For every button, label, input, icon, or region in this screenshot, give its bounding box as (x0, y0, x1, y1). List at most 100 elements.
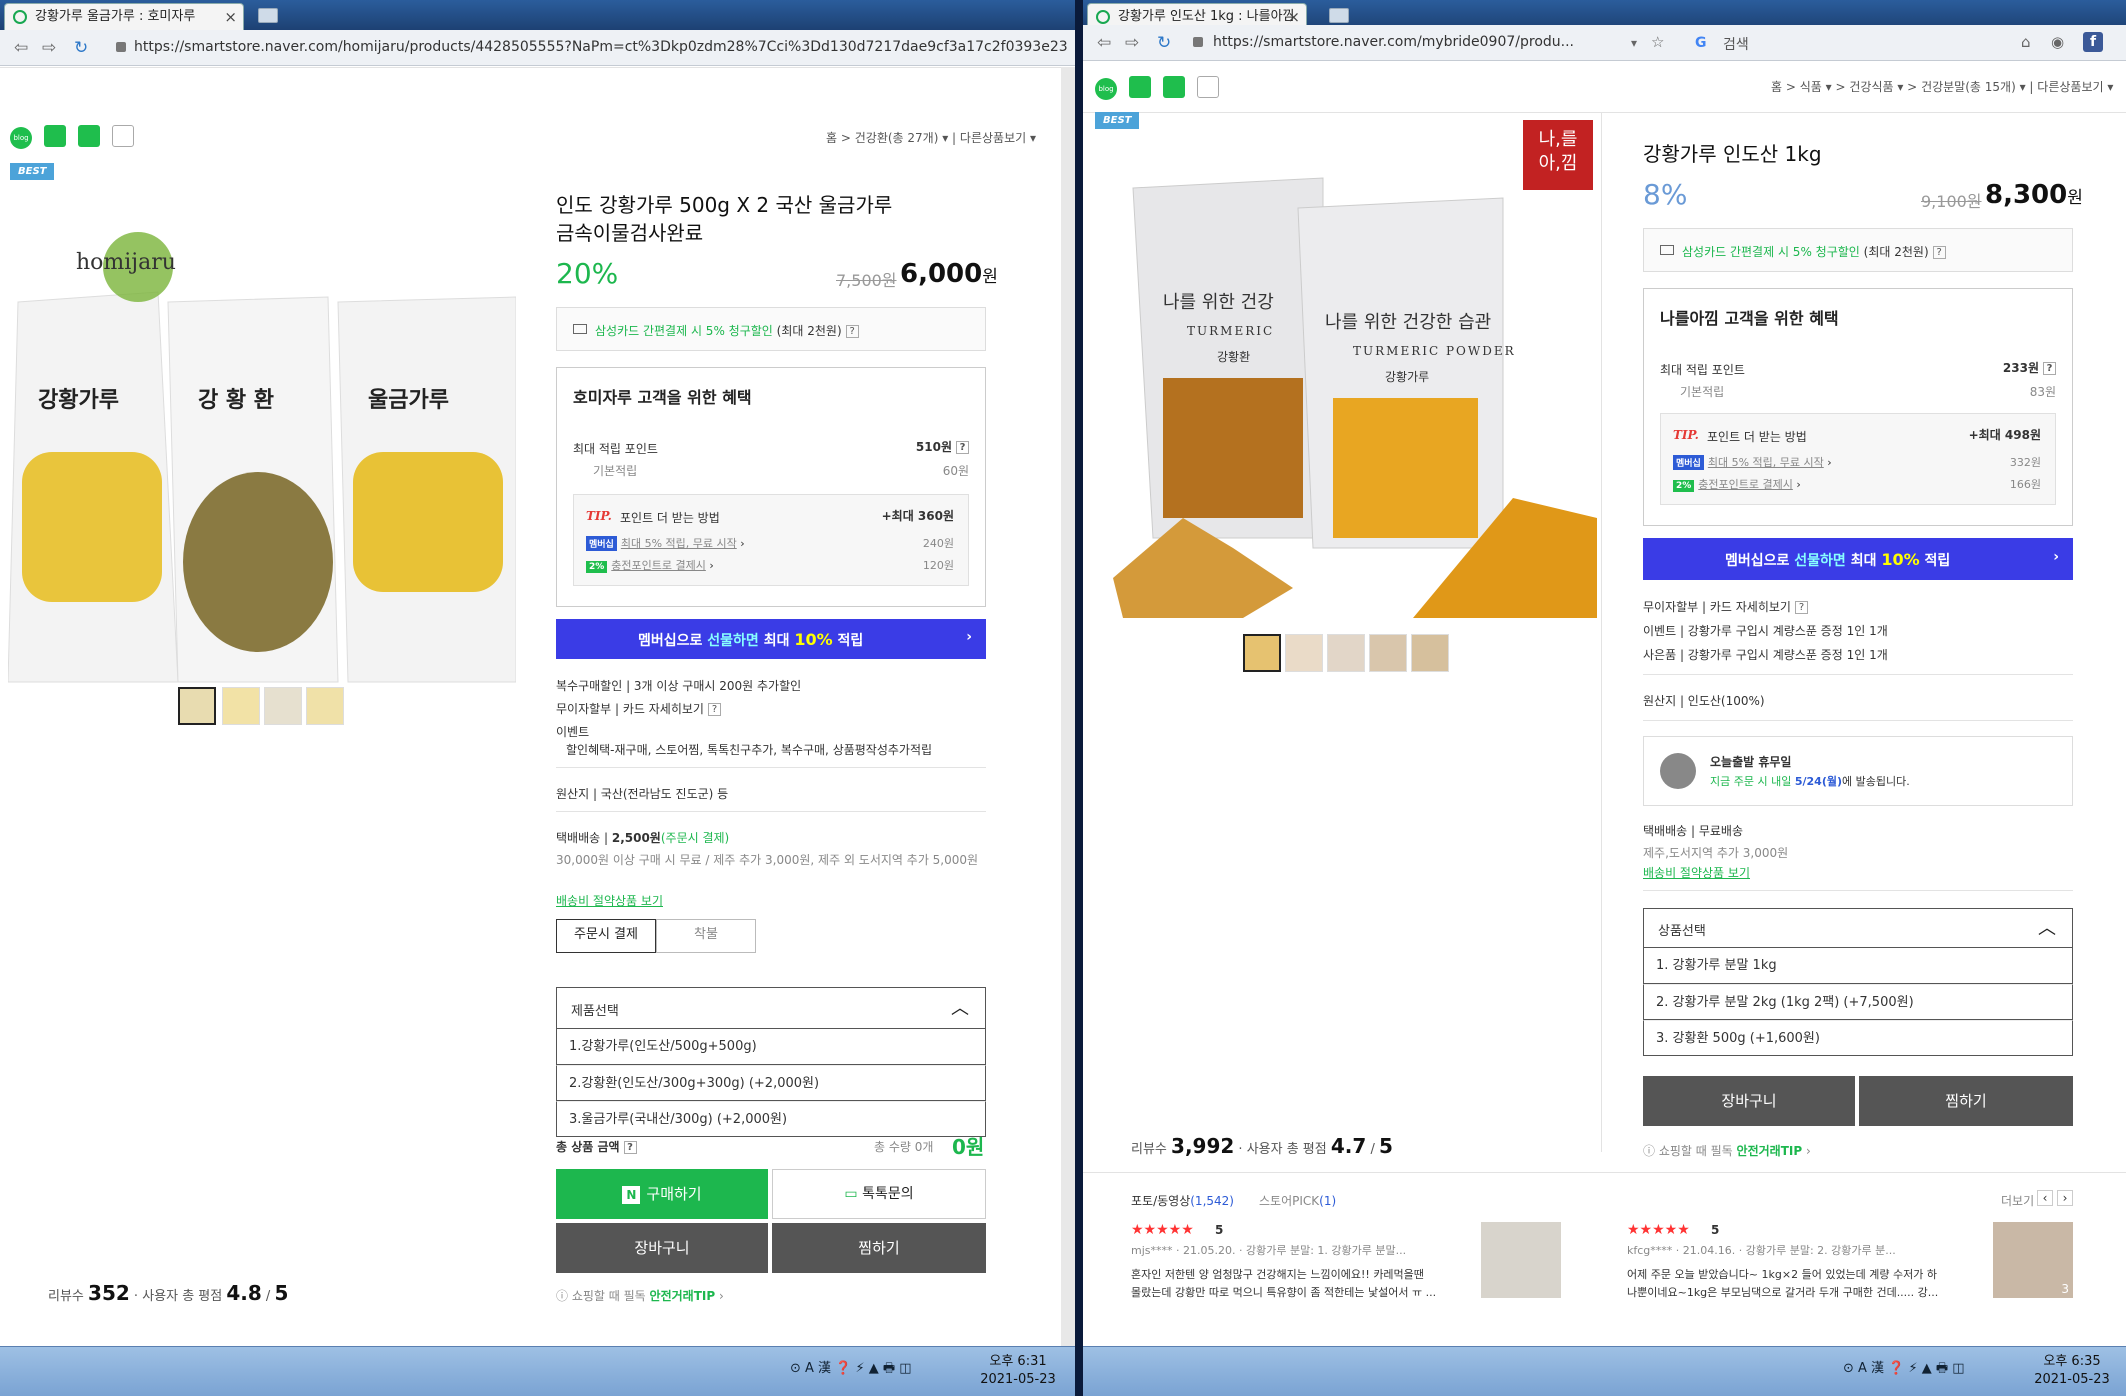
new-tab-button[interactable] (258, 8, 278, 23)
store-icon[interactable] (78, 125, 100, 147)
package-title: 나를 위한 건강한 습관 (1325, 312, 1492, 333)
select-option[interactable]: 2.강황환(인도산/300g+300g) (+2,000원) (556, 1065, 986, 1101)
savings-link[interactable]: 배송비 절약상품 보기 (556, 892, 663, 909)
next-arrow-icon[interactable]: › (2057, 1190, 2073, 1206)
max-points-label: 최대 적립 포인트 (1660, 363, 1745, 377)
best-badge: BEST (1095, 112, 1140, 129)
tip-row[interactable]: 멤버십 최대 5% 적립, 무료 시작 › (1673, 454, 1832, 470)
address-bar[interactable]: https://smartstore.naver.com/homijaru/pr… (134, 39, 1069, 55)
breadcrumb-cat1[interactable]: 식품 (1800, 80, 1822, 94)
tip-text: 포인트 더 받는 방법 (620, 511, 720, 525)
prev-arrow-icon[interactable]: ‹ (2037, 1190, 2053, 1206)
select-option[interactable]: 1.강황가루(인도산/500g+500g) (556, 1029, 986, 1065)
share-icon[interactable] (112, 125, 134, 147)
thumbnail[interactable] (178, 687, 216, 725)
review-photo[interactable]: 3 (1993, 1222, 2073, 1298)
refresh-icon[interactable]: ↻ (74, 38, 88, 58)
breadcrumb-home[interactable]: 홈 (1771, 80, 1782, 94)
tray-icons[interactable]: ⊙ A 漢 ❓ ⚡ ▲ 🖶 ◫ (1843, 1357, 1965, 1381)
blog-icon[interactable]: blog (10, 127, 32, 149)
tip-box: TIP. 포인트 더 받는 방법 +최대 498원 멤버십 최대 5% 적립, 무… (1660, 413, 2056, 505)
breadcrumb-cat2[interactable]: 건강식품 (1849, 80, 1893, 94)
talk-icon[interactable] (1129, 76, 1151, 98)
brand-logo: 나,를 아,낌 (1538, 129, 1578, 174)
membership-banner[interactable]: 멤버십으로 선물하면 최대 10% 적립 › (556, 619, 986, 659)
select-option[interactable]: 3. 강황환 500g (+1,600원) (1643, 1020, 2073, 1056)
tip-row[interactable]: 2% 충전포인트로 결제시 › (586, 557, 714, 573)
dispatch-line: 지금 주문 시 내일 5/24(월)에 발송됩니다. (1710, 775, 1910, 788)
review-item[interactable]: ★★★★★ 5 kfcg**** · 21.04.16. · 강황가루 분말: … (1627, 1222, 2073, 1322)
brand-logo: homijaru (76, 250, 176, 275)
forward-arrow-icon[interactable]: ⇨ (42, 38, 56, 58)
wishlist-button[interactable]: 찜하기 (772, 1223, 986, 1273)
tray-icons[interactable]: ⊙ A 漢 ❓ ⚡ ▲ 🖶 ◫ (790, 1357, 912, 1381)
blog-icon[interactable]: blog (1095, 78, 1117, 100)
review-more[interactable]: 더보기 (2001, 1192, 2034, 1209)
new-tab-button[interactable] (1329, 8, 1349, 23)
talk-icon[interactable] (44, 125, 66, 147)
product-main-image[interactable]: homijaru 강황가루 강 황 환 울금가루 (7, 162, 517, 702)
breadcrumb-others[interactable]: 다른상품보기 (960, 131, 1026, 145)
forward-arrow-icon[interactable]: ⇨ (1125, 33, 1139, 53)
breadcrumb-home[interactable]: 홈 (826, 131, 837, 145)
option-select[interactable]: 상품선택 ︿ (1643, 908, 2073, 948)
thumbnail[interactable] (306, 687, 344, 725)
buy-button[interactable]: N 구매하기 (556, 1169, 768, 1219)
share-icon[interactable] (1197, 76, 1219, 98)
tip-row[interactable]: 2% 충전포인트로 결제시 › (1673, 476, 1801, 492)
star-icon[interactable]: ☆ (1651, 33, 1664, 51)
cart-button[interactable]: 장바구니 (556, 1223, 768, 1273)
membership-banner[interactable]: 멤버십으로 선물하면 최대 10% 적립 › (1643, 538, 2073, 580)
thumbnail[interactable] (1369, 634, 1407, 672)
scrollbar[interactable] (1061, 67, 1075, 1346)
event-label: 이벤트 (556, 725, 590, 739)
browser-tab[interactable]: 강황가루 울금가루 : 호미자루 × (4, 3, 244, 30)
safe-trade-tip[interactable]: ⓘ 쇼핑할 때 필독 안전거래TIP › (556, 1287, 724, 1304)
breadcrumb-cat3[interactable]: 건강분말(총 15개) (1921, 80, 2016, 94)
select-option[interactable]: 2. 강황가루 분말 2kg (1kg 2팩) (+7,500원) (1643, 984, 2073, 1020)
thumbnail[interactable] (222, 687, 260, 725)
option-select[interactable]: 제품선택 ︿ (556, 987, 986, 1029)
cart-button[interactable]: 장바구니 (1643, 1076, 1855, 1126)
savings-link[interactable]: 배송비 절약상품 보기 (1643, 864, 1750, 881)
price-value: 8,300 (1985, 180, 2068, 210)
thumbnail[interactable] (1285, 634, 1323, 672)
breadcrumb-others[interactable]: 다른상품보기 (2037, 80, 2103, 94)
select-option[interactable]: 3.울금가루(국내산/300g) (+2,000원) (556, 1101, 986, 1137)
addon-icon[interactable]: ◉ (2051, 33, 2064, 51)
product-main-image[interactable]: 나,를 아,낌 나를 위한 건강 TURMERIC 강황환 나를 위한 건강한 … (1093, 118, 1597, 618)
thumbnail[interactable] (1327, 634, 1365, 672)
address-bar[interactable]: https://smartstore.naver.com/mybride0907… (1213, 34, 1623, 50)
review-tab-photo[interactable]: 포토/동영상(1,542) (1131, 1192, 1234, 1209)
thumbnail[interactable] (1411, 634, 1449, 672)
tip-box: TIP. 포인트 더 받는 방법 +최대 360원 멤버십 최대 5% 적립, 무… (573, 494, 969, 586)
facebook-icon[interactable]: f (2083, 32, 2103, 52)
title-line: 인도 강황가루 500g X 2 국산 울금가루 (556, 193, 893, 217)
close-tab-icon[interactable]: × (224, 4, 237, 30)
package-title: 나를 위한 건강 (1163, 292, 1274, 313)
price-unit: 원 (2067, 188, 2083, 208)
tip-row[interactable]: 멤버십 최대 5% 적립, 무료 시작 › (586, 535, 745, 551)
original-price: 7,500원 (836, 271, 897, 290)
back-arrow-icon[interactable]: ⇦ (1097, 33, 1111, 53)
safe-trade-tip[interactable]: ⓘ 쇼핑할 때 필독 안전거래TIP › (1643, 1142, 1811, 1159)
talk-inquiry-button[interactable]: ▭ 톡톡문의 (772, 1169, 986, 1219)
review-tab-pick[interactable]: 스토어PICK(1) (1259, 1192, 1336, 1209)
refresh-icon[interactable]: ↻ (1157, 33, 1171, 53)
shipping-info: 택배배송 | 2,500원(주문시 결제) (556, 831, 730, 845)
home-icon[interactable]: ⌂ (2021, 33, 2031, 51)
thumbnail[interactable] (1243, 634, 1281, 672)
search-field[interactable]: 검색 (1723, 34, 1923, 54)
wishlist-button[interactable]: 찜하기 (1859, 1076, 2073, 1126)
store-icon[interactable] (1163, 76, 1185, 98)
thumbnail[interactable] (264, 687, 302, 725)
pay-option-order[interactable]: 주문시 결제 (556, 919, 656, 953)
review-item[interactable]: ★★★★★ 5 mjs**** · 21.05.20. · 강황가루 분말: 1… (1131, 1222, 1561, 1322)
breadcrumb: 홈 > 식품 ▾ > 건강식품 ▾ > 건강분말(총 15개) ▾ | 다른상품… (1771, 80, 2114, 94)
back-arrow-icon[interactable]: ⇦ (14, 38, 28, 58)
dropdown-icon[interactable]: ▾ (1631, 36, 1637, 50)
select-option[interactable]: 1. 강황가루 분말 1kg (1643, 948, 2073, 984)
pay-option-cod[interactable]: 착불 (656, 919, 756, 953)
review-photo[interactable] (1481, 1222, 1561, 1298)
breadcrumb-category[interactable]: 건강환(총 27개) (855, 131, 939, 145)
